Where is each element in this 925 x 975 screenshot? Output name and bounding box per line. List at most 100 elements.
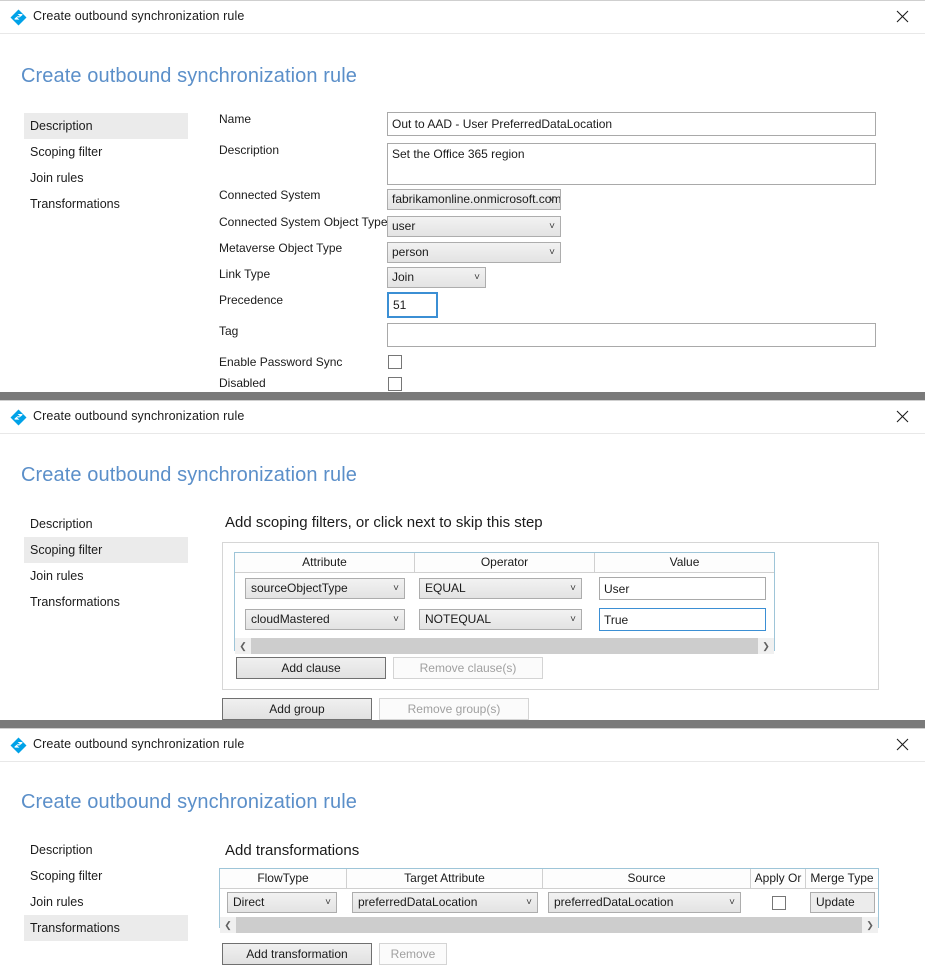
aad-connect-diamond-icon bbox=[10, 9, 27, 26]
connected-system-object-type-select[interactable]: user ˅ bbox=[387, 216, 561, 237]
titlebar: Create outbound synchronization rule bbox=[0, 401, 925, 434]
sidebar-item-description[interactable]: Description bbox=[24, 837, 188, 863]
sidebar-item-label: Join rules bbox=[30, 171, 84, 185]
chevron-right-icon[interactable]: ❯ bbox=[862, 917, 878, 933]
chevron-left-icon[interactable]: ❮ bbox=[220, 917, 236, 933]
metaverse-object-type-label: Metaverse Object Type bbox=[219, 241, 342, 255]
add-group-button[interactable]: Add group bbox=[222, 698, 372, 720]
description-label: Description bbox=[219, 143, 279, 157]
description-textarea[interactable]: Set the Office 365 region bbox=[387, 143, 876, 185]
cell-attribute: sourceObjectType ˅ bbox=[235, 578, 415, 599]
chevron-left-icon[interactable]: ❮ bbox=[235, 638, 251, 654]
sidebar-item-label: Join rules bbox=[30, 895, 84, 909]
sidebar-item-description[interactable]: Description bbox=[24, 511, 188, 537]
column-header-source: Source bbox=[543, 869, 751, 888]
window-title: Create outbound synchronization rule bbox=[33, 409, 244, 423]
close-icon bbox=[896, 738, 909, 751]
window-create-rule-description: Create outbound synchronization rule Cre… bbox=[0, 0, 925, 392]
chevron-down-icon: ˅ bbox=[570, 614, 576, 625]
cell-operator: NOTEQUAL ˅ bbox=[415, 609, 595, 630]
operator-value: EQUAL bbox=[425, 581, 466, 595]
aad-connect-diamond-icon bbox=[10, 409, 27, 426]
sidebar-item-label: Transformations bbox=[30, 197, 120, 211]
sidebar-item-label: Description bbox=[30, 843, 93, 857]
scoping-section-title: Add scoping filters, or click next to sk… bbox=[225, 514, 543, 531]
target-attribute-select[interactable]: preferredDataLocation ˅ bbox=[352, 892, 538, 913]
column-header-apply-or: Apply Or bbox=[751, 869, 806, 888]
cell-apply-or bbox=[751, 896, 806, 910]
chevron-down-icon: ˅ bbox=[393, 583, 399, 594]
name-input[interactable] bbox=[387, 112, 876, 136]
value-input[interactable] bbox=[599, 577, 766, 600]
close-button[interactable] bbox=[880, 729, 925, 760]
column-header-target-attribute: Target Attribute bbox=[347, 869, 543, 888]
column-header-merge-type: Merge Type bbox=[806, 869, 878, 888]
cell-target-attribute: preferredDataLocation ˅ bbox=[347, 892, 543, 913]
disabled-checkbox[interactable] bbox=[388, 377, 402, 391]
close-icon bbox=[896, 410, 909, 423]
remove-group-button[interactable]: Remove group(s) bbox=[379, 698, 529, 720]
sidebar-item-transformations[interactable]: Transformations bbox=[24, 915, 188, 941]
metaverse-object-type-select[interactable]: person ˅ bbox=[387, 242, 561, 263]
link-type-value: Join bbox=[392, 270, 414, 284]
source-value: preferredDataLocation bbox=[554, 895, 673, 909]
column-header-value: Value bbox=[595, 553, 774, 572]
scrollbar-thumb[interactable] bbox=[251, 638, 758, 654]
transformations-grid-hscrollbar[interactable]: ❮ ❯ bbox=[220, 917, 878, 933]
cell-flowtype: Direct ˅ bbox=[220, 892, 347, 913]
column-header-attribute: Attribute bbox=[235, 553, 415, 572]
sidebar-item-description[interactable]: Description bbox=[24, 113, 188, 139]
sidebar-item-transformations[interactable]: Transformations bbox=[24, 589, 188, 615]
chevron-down-icon: ˅ bbox=[393, 614, 399, 625]
sidebar-item-label: Scoping filter bbox=[30, 145, 102, 159]
connected-system-select[interactable]: fabrikamonline.onmicrosoft.com ˅ bbox=[387, 189, 561, 210]
close-button[interactable] bbox=[880, 401, 925, 432]
sidebar-item-scoping-filter[interactable]: Scoping filter bbox=[24, 537, 188, 563]
window-create-rule-scoping-filter: Create outbound synchronization rule Cre… bbox=[0, 400, 925, 720]
enable-password-sync-checkbox[interactable] bbox=[388, 355, 402, 369]
wizard-nav: Description Scoping filter Join rules Tr… bbox=[24, 511, 188, 615]
sidebar-item-scoping-filter[interactable]: Scoping filter bbox=[24, 139, 188, 165]
flowtype-select[interactable]: Direct ˅ bbox=[227, 892, 337, 913]
sidebar-item-label: Scoping filter bbox=[30, 869, 102, 883]
sidebar-item-join-rules[interactable]: Join rules bbox=[24, 563, 188, 589]
operator-select[interactable]: EQUAL ˅ bbox=[419, 578, 582, 599]
scoping-filter-grid: Attribute Operator Value sourceObjectTyp… bbox=[234, 552, 775, 651]
transformations-section-title: Add transformations bbox=[225, 842, 359, 859]
sidebar-item-label: Transformations bbox=[30, 921, 120, 935]
scrollbar-thumb[interactable] bbox=[236, 917, 862, 933]
sidebar-item-label: Join rules bbox=[30, 569, 84, 583]
apply-or-checkbox[interactable] bbox=[772, 896, 786, 910]
precedence-input[interactable] bbox=[387, 292, 438, 318]
chevron-down-icon: ˅ bbox=[549, 221, 555, 232]
chevron-down-icon: ˅ bbox=[526, 897, 532, 908]
source-select[interactable]: preferredDataLocation ˅ bbox=[548, 892, 741, 913]
attribute-select[interactable]: cloudMastered ˅ bbox=[245, 609, 405, 630]
attribute-value: sourceObjectType bbox=[251, 581, 348, 595]
chevron-down-icon: ˅ bbox=[474, 272, 480, 283]
add-transformation-button[interactable]: Add transformation bbox=[222, 943, 372, 965]
sidebar-item-join-rules[interactable]: Join rules bbox=[24, 889, 188, 915]
operator-select[interactable]: NOTEQUAL ˅ bbox=[419, 609, 582, 630]
tag-input[interactable] bbox=[387, 323, 876, 347]
scoping-grid-hscrollbar[interactable]: ❮ ❯ bbox=[235, 638, 774, 654]
close-button[interactable] bbox=[880, 1, 925, 32]
value-input[interactable] bbox=[599, 608, 766, 631]
sidebar-item-transformations[interactable]: Transformations bbox=[24, 191, 188, 217]
remove-button[interactable]: Remove bbox=[379, 943, 447, 965]
sidebar-item-label: Description bbox=[30, 119, 93, 133]
page-title: Create outbound synchronization rule bbox=[21, 791, 357, 814]
sidebar-item-scoping-filter[interactable]: Scoping filter bbox=[24, 863, 188, 889]
tag-label: Tag bbox=[219, 324, 238, 338]
remove-clause-button[interactable]: Remove clause(s) bbox=[393, 657, 543, 679]
sidebar-item-label: Transformations bbox=[30, 595, 120, 609]
sidebar-item-join-rules[interactable]: Join rules bbox=[24, 165, 188, 191]
merge-type-value[interactable]: Update bbox=[810, 892, 875, 913]
sidebar-item-label: Description bbox=[30, 517, 93, 531]
cell-value bbox=[595, 577, 774, 600]
screenshot-root: Create outbound synchronization rule Cre… bbox=[0, 0, 925, 975]
chevron-right-icon[interactable]: ❯ bbox=[758, 638, 774, 654]
link-type-select[interactable]: Join ˅ bbox=[387, 267, 486, 288]
attribute-select[interactable]: sourceObjectType ˅ bbox=[245, 578, 405, 599]
add-clause-button[interactable]: Add clause bbox=[236, 657, 386, 679]
